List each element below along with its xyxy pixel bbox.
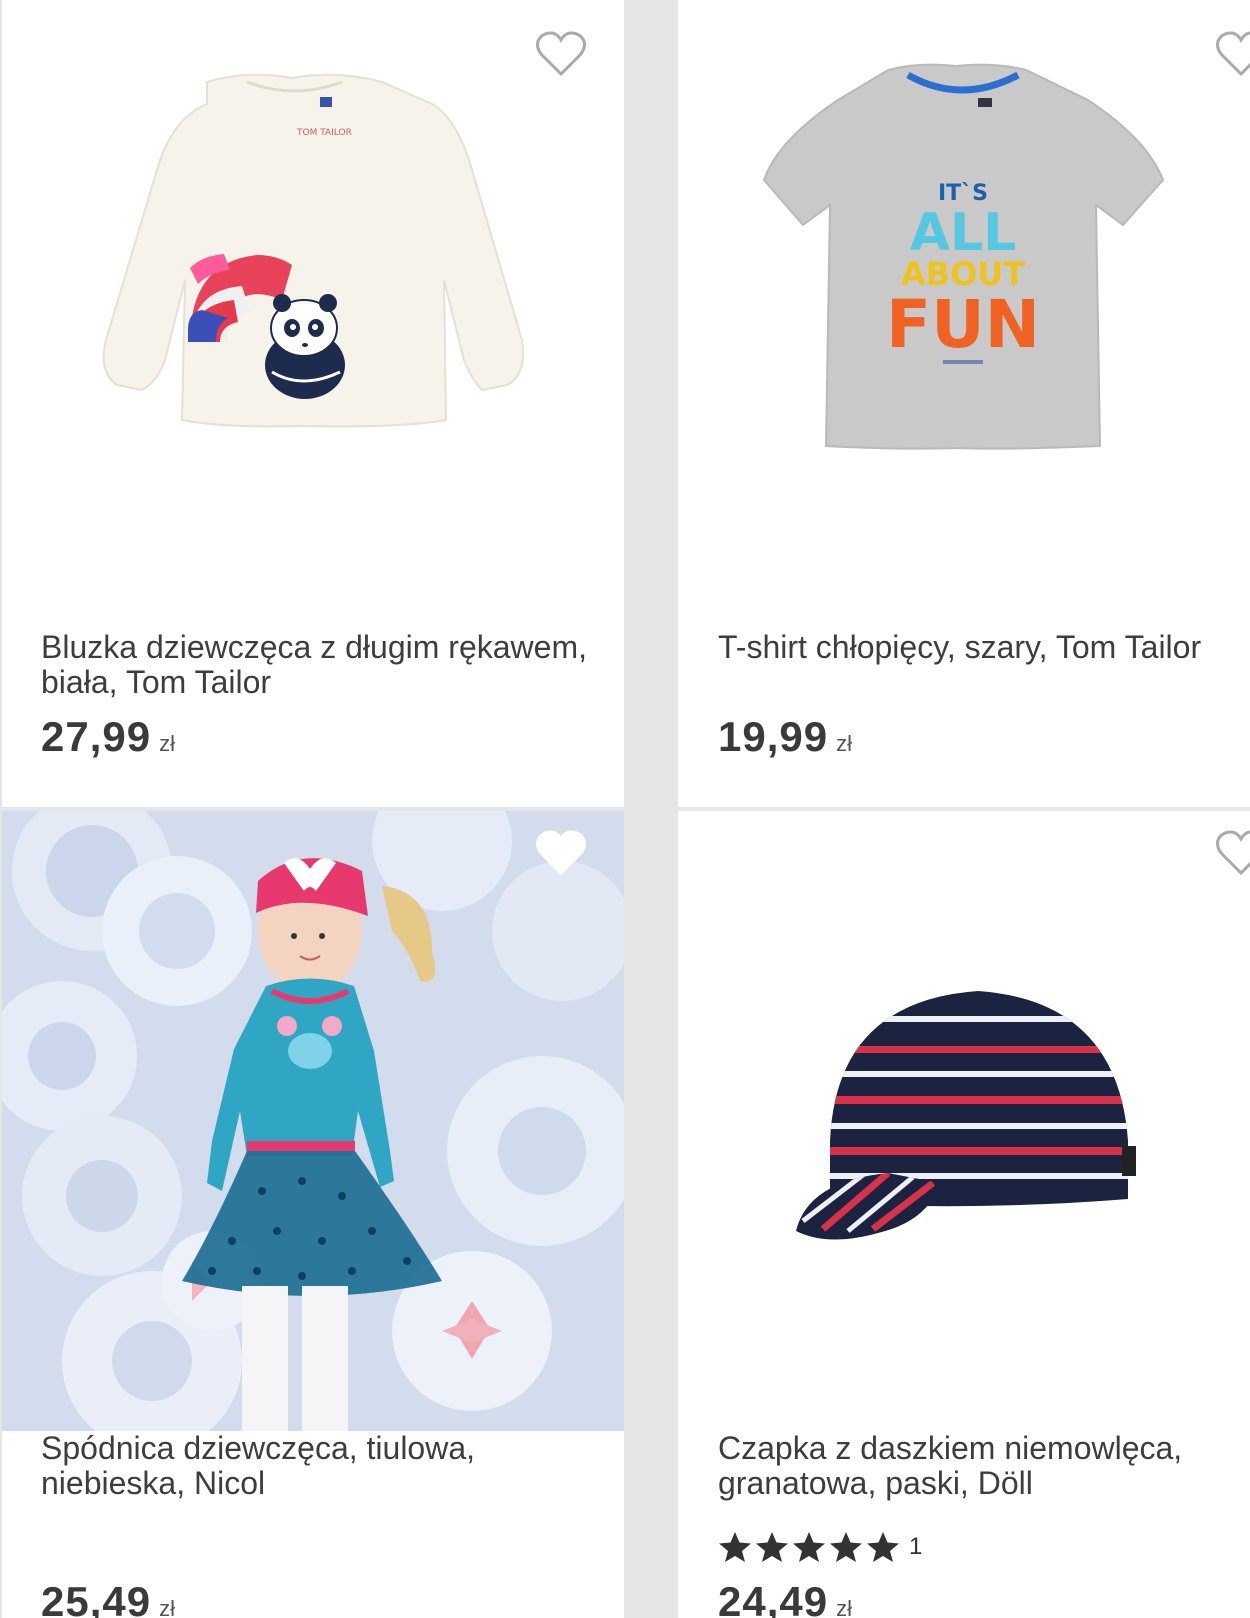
- price-currency: zł: [836, 1596, 852, 1618]
- price-amount: 19,99: [718, 713, 829, 760]
- star-icon: [867, 1532, 899, 1562]
- product-image[interactable]: IT`S ALL ABOUT FUN: [678, 0, 1250, 560]
- product-price: 19,99 zł: [718, 713, 852, 761]
- product-price: 27,99 zł: [41, 713, 175, 761]
- star-icon: [719, 1532, 751, 1562]
- star-icon: [793, 1532, 825, 1562]
- product-price: 24,49 zł: [718, 1578, 852, 1618]
- product-title[interactable]: Czapka z daszkiem niemowlęca, granatowa,…: [718, 1431, 1242, 1501]
- price-amount: 25,49: [41, 1578, 152, 1618]
- heart-outline-icon[interactable]: [1214, 30, 1250, 78]
- heart-outline-icon[interactable]: [1214, 829, 1250, 877]
- product-price: 25,49 zł: [41, 1578, 175, 1618]
- tshirt-print-text: ALL: [910, 203, 1017, 263]
- product-rating: 1: [718, 1531, 922, 1563]
- product-image[interactable]: [678, 811, 1250, 1411]
- price-currency: zł: [159, 731, 175, 756]
- product-image[interactable]: TOM TAILOR: [2, 0, 624, 560]
- product-title[interactable]: Bluzka dziewczęca z długim rękawem, biał…: [41, 630, 604, 700]
- price-amount: 24,49: [718, 1578, 829, 1618]
- tshirt-print-text: FUN: [886, 286, 1040, 363]
- heart-filled-icon[interactable]: [534, 829, 588, 877]
- price-amount: 27,99: [41, 713, 152, 760]
- product-image[interactable]: [2, 811, 624, 1431]
- price-currency: zł: [836, 731, 852, 756]
- product-card[interactable]: IT`S ALL ABOUT FUN T-shirt chłopięcy, sz…: [678, 0, 1250, 807]
- product-card[interactable]: TOM TAILOR Bluzka dziewczęca z długim rę…: [2, 0, 624, 807]
- product-card[interactable]: Czapka z daszkiem niemowlęca, granatowa,…: [678, 811, 1250, 1618]
- product-card[interactable]: Spódnica dziewczęca, tiulowa, niebieska,…: [2, 811, 624, 1618]
- product-title[interactable]: Spódnica dziewczęca, tiulowa, niebieska,…: [41, 1431, 604, 1501]
- heart-outline-icon[interactable]: [534, 30, 588, 78]
- rating-count: 1: [909, 1533, 923, 1560]
- star-icon: [756, 1532, 788, 1562]
- star-icon: [830, 1532, 862, 1562]
- product-title[interactable]: T-shirt chłopięcy, szary, Tom Tailor: [718, 630, 1242, 665]
- price-currency: zł: [159, 1596, 175, 1618]
- svg-text:TOM TAILOR: TOM TAILOR: [296, 128, 352, 138]
